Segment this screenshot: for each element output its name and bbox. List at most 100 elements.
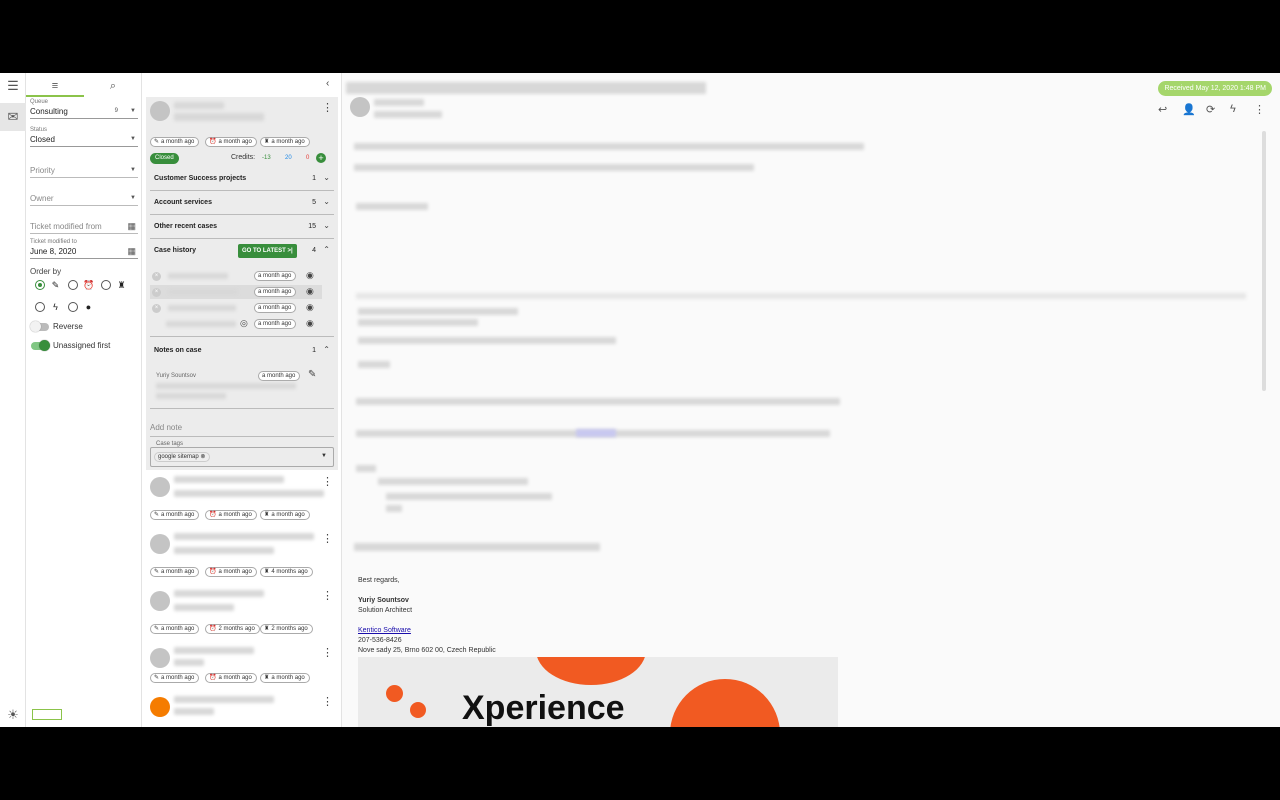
owner-field[interactable]: Owner ▼ xyxy=(30,192,138,206)
add-credit-icon[interactable]: + xyxy=(316,153,326,163)
order-radio-alarm[interactable] xyxy=(68,280,78,290)
signature-address: Nove sady 25, Brno 602 00, Czech Republi… xyxy=(358,647,496,654)
credits-value-2: 20 xyxy=(285,155,292,161)
received-badge: Received May 12, 2020 1:48 PM xyxy=(1158,81,1272,96)
reply-icon[interactable]: ↩ xyxy=(1158,103,1167,116)
email-body-blurred xyxy=(386,505,402,512)
email-body-blurred xyxy=(356,203,428,210)
section-account-services[interactable]: Account services 5 ⌄ xyxy=(150,193,334,215)
priority-field[interactable]: Priority ▼ xyxy=(30,164,138,178)
history-row[interactable]: ◎ a month ago ◉ xyxy=(150,317,322,331)
modified-from-field[interactable]: Ticket modified from ▦ xyxy=(30,220,138,234)
signature-phone: 207-536-8426 xyxy=(358,637,402,644)
alarm-chip: ⏰ 2 months ago xyxy=(205,624,260,634)
email-body-blurred xyxy=(386,493,552,500)
modified-to-field[interactable]: Ticket modified to June 8, 2020 ▦ xyxy=(30,239,138,259)
unassigned-first-label: Unassigned first xyxy=(53,341,111,350)
edit-note-icon[interactable]: ✎ xyxy=(308,369,316,380)
reverse-label: Reverse xyxy=(53,322,83,331)
selected-case[interactable]: ⋮ ✎ a month ago ⏰ a month ago ♜ a month ago… xyxy=(146,97,338,470)
case-tags-field[interactable]: google sitemap ⊗ ▼ xyxy=(150,447,334,467)
section-customer-success[interactable]: Customer Success projects 1 ⌄ xyxy=(150,169,334,191)
eye-icon[interactable]: ◉ xyxy=(306,270,314,281)
tag-chip[interactable]: google sitemap ⊗ xyxy=(154,452,211,462)
snooze-icon[interactable]: ⟳ xyxy=(1206,103,1215,116)
close-icon: × xyxy=(152,272,161,281)
queue-value: Consulting xyxy=(30,107,68,116)
order-radio-owner[interactable] xyxy=(68,302,78,312)
section-notes-on-case[interactable]: Notes on case 1 ⌃ xyxy=(150,341,334,363)
alarm-chip: ⏰ a month ago xyxy=(205,137,257,147)
eye-off-icon[interactable]: ◎ xyxy=(240,318,248,329)
history-row[interactable]: × a month ago ◉ xyxy=(150,269,322,283)
mail-icon[interactable]: ✉ xyxy=(6,109,20,124)
signature-name: Yuriy Sountsov xyxy=(358,597,409,604)
queue-field[interactable]: Queue Consulting 9 ▼ xyxy=(30,99,138,119)
more-icon[interactable]: ⋮ xyxy=(322,534,333,545)
scrollbar[interactable] xyxy=(1262,131,1266,391)
cake-icon: ♜ xyxy=(264,675,270,681)
order-radio-cake[interactable] xyxy=(101,280,111,290)
nav-rail: ☰ ✉ ☀ xyxy=(0,73,26,727)
credits-label: Credits: xyxy=(231,154,256,161)
cake-icon: ♜ xyxy=(264,626,270,632)
history-row[interactable]: × a month ago ◉ xyxy=(150,301,322,315)
list-item[interactable]: ⋮ xyxy=(146,693,338,727)
blurred-text xyxy=(174,590,264,597)
search-tab[interactable]: ⌕ xyxy=(84,77,142,97)
eye-icon[interactable]: ◉ xyxy=(306,302,314,313)
signature-banner[interactable]: Xperience xyxy=(358,657,838,727)
more-icon[interactable]: ⋮ xyxy=(322,477,333,488)
filter-tabs: ≡ ⌕ xyxy=(26,77,142,97)
history-row[interactable]: × a month ago ◉ xyxy=(150,285,322,299)
modified-to-value: June 8, 2020 xyxy=(30,247,77,256)
filter-tab[interactable]: ≡ xyxy=(26,77,84,97)
more-icon[interactable]: ⋮ xyxy=(322,648,333,659)
assign-user-icon[interactable]: 👤 xyxy=(1182,103,1196,116)
created-chip: ♜ 4 months ago xyxy=(260,567,313,577)
more-icon[interactable]: ⋮ xyxy=(322,591,333,602)
created-chip: ♜ a month ago xyxy=(260,137,310,147)
email-body-blurred xyxy=(354,143,864,150)
section-case-history[interactable]: Case history GO TO LATEST >| 4 ⌃ xyxy=(150,241,334,263)
calendar-icon[interactable]: ▦ xyxy=(127,245,136,258)
list-item[interactable]: ⋮ ✎ a month ago ⏰ a month ago ♜ 4 months ag… xyxy=(146,530,338,582)
bottom-input[interactable] xyxy=(32,709,62,720)
blurred-text xyxy=(168,289,238,295)
section-other-recent-cases[interactable]: Other recent cases 15 ⌄ xyxy=(150,217,334,239)
blurred-text xyxy=(168,305,236,311)
collapse-panel-icon[interactable]: ‹ xyxy=(326,79,329,89)
priority-placeholder: Priority xyxy=(30,166,55,175)
list-item[interactable]: ⋮ ✎ a month ago ⏰ a month ago ♜ a month ago xyxy=(146,473,338,525)
calendar-icon[interactable]: ▦ xyxy=(127,220,136,233)
list-item[interactable]: ⋮ ✎ a month ago ⏰ 2 months ago ♜ 2 months a… xyxy=(146,587,338,639)
menu-icon[interactable]: ☰ xyxy=(6,78,20,93)
more-icon[interactable]: ⋮ xyxy=(1254,103,1265,116)
blurred-text xyxy=(174,547,274,554)
status-field[interactable]: Status Closed ▼ xyxy=(30,127,138,147)
modified-from-placeholder: Ticket modified from xyxy=(30,222,102,231)
edited-chip: ✎ a month ago xyxy=(150,673,200,683)
blurred-text xyxy=(174,490,324,497)
more-icon[interactable]: ⋮ xyxy=(322,697,333,708)
unassigned-first-toggle[interactable] xyxy=(31,340,50,351)
eye-icon[interactable]: ◉ xyxy=(306,286,314,297)
order-radio-priority[interactable] xyxy=(35,302,45,312)
go-to-latest-button[interactable]: GO TO LATEST >| xyxy=(238,244,297,258)
reverse-toggle[interactable] xyxy=(30,321,49,332)
order-radio-edited[interactable] xyxy=(35,280,45,290)
remove-tag-icon[interactable]: ⊗ xyxy=(200,454,205,460)
add-note-input[interactable]: Add note xyxy=(150,423,334,437)
signature-company-link[interactable]: Kentico Software xyxy=(358,627,411,634)
more-icon[interactable]: ⋮ xyxy=(322,103,333,114)
alarm-icon: ⏰ xyxy=(209,139,217,145)
blurred-text xyxy=(174,604,234,611)
lightning-icon[interactable]: ϟ xyxy=(1230,103,1236,115)
eye-icon[interactable]: ◉ xyxy=(306,318,314,329)
banner-circle xyxy=(670,679,780,727)
blurred-text xyxy=(156,383,296,389)
history-chip: a month ago xyxy=(254,287,297,297)
created-chip: ♜ a month ago xyxy=(260,673,310,683)
list-item[interactable]: ⋮ ✎ a month ago ⏰ a month ago ♜ a month ago xyxy=(146,644,338,688)
brightness-icon[interactable]: ☀ xyxy=(6,707,20,722)
